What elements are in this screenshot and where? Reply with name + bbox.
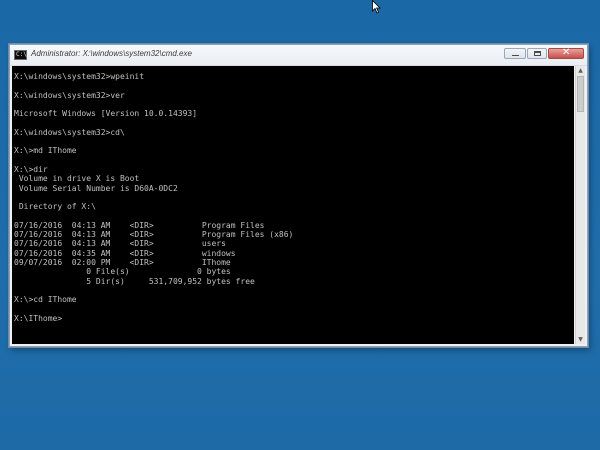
scroll-up-arrow-icon[interactable]: ▲ <box>576 66 585 75</box>
console-line: 07/16/2016 04:35 AM <DIR> windows <box>14 248 236 258</box>
close-button[interactable]: ✕ <box>548 47 584 59</box>
console-line: 07/16/2016 04:13 AM <DIR> Program Files <box>14 220 265 230</box>
window-title: Administrator: X:\windows\system32\cmd.e… <box>31 49 192 58</box>
console-line: X:\>dir <box>14 164 48 174</box>
maximize-icon <box>534 51 541 56</box>
minimize-icon <box>512 55 519 56</box>
console-text: X:\windows\system32>wpeinit X:\windows\s… <box>12 66 574 323</box>
console-line: X:\windows\system32>ver <box>14 90 125 100</box>
mouse-cursor-icon <box>372 0 381 14</box>
maximize-button[interactable] <box>527 48 547 59</box>
console-line: 0 File(s) 0 bytes <box>14 267 231 277</box>
minimize-button[interactable] <box>504 48 526 59</box>
console-line: X:\windows\system32>wpeinit <box>14 72 145 81</box>
window-controls: ✕ <box>504 47 584 59</box>
scroll-down-arrow-icon[interactable]: ▼ <box>576 335 585 344</box>
vertical-scrollbar[interactable]: ▲ ▼ <box>575 66 585 344</box>
close-icon: ✕ <box>562 47 571 58</box>
console-line: 07/16/2016 04:13 AM <DIR> users <box>14 239 226 249</box>
console-line: Directory of X:\ <box>14 202 96 212</box>
title-bar[interactable]: C:\ Administrator: X:\windows\system32\c… <box>10 45 587 66</box>
cmd-icon-label: C:\ <box>16 51 27 58</box>
console-line: X:\windows\system32>cd\ <box>14 127 125 137</box>
console-line: 09/07/2016 02:00 PM <DIR> IThome <box>14 257 231 267</box>
console-line: Volume in drive X is Boot <box>14 174 140 184</box>
console-output[interactable]: X:\windows\system32>wpeinit X:\windows\s… <box>12 66 574 344</box>
console-line: X:\>md IThome <box>14 146 77 156</box>
console-line: 5 Dir(s) 531,709,952 bytes free <box>14 276 255 286</box>
console-line: Volume Serial Number is D60A-0DC2 <box>14 183 178 193</box>
cmd-icon: C:\ <box>14 50 27 60</box>
scroll-thumb[interactable] <box>577 76 584 112</box>
console-line: Microsoft Windows [Version 10.0.14393] <box>14 109 198 119</box>
cmd-window: C:\ Administrator: X:\windows\system32\c… <box>9 44 588 347</box>
console-line: X:\>cd IThome <box>14 295 77 305</box>
console-line: 07/16/2016 04:13 AM <DIR> Program Files … <box>14 230 294 240</box>
console-line: X:\IThome> <box>14 313 63 323</box>
